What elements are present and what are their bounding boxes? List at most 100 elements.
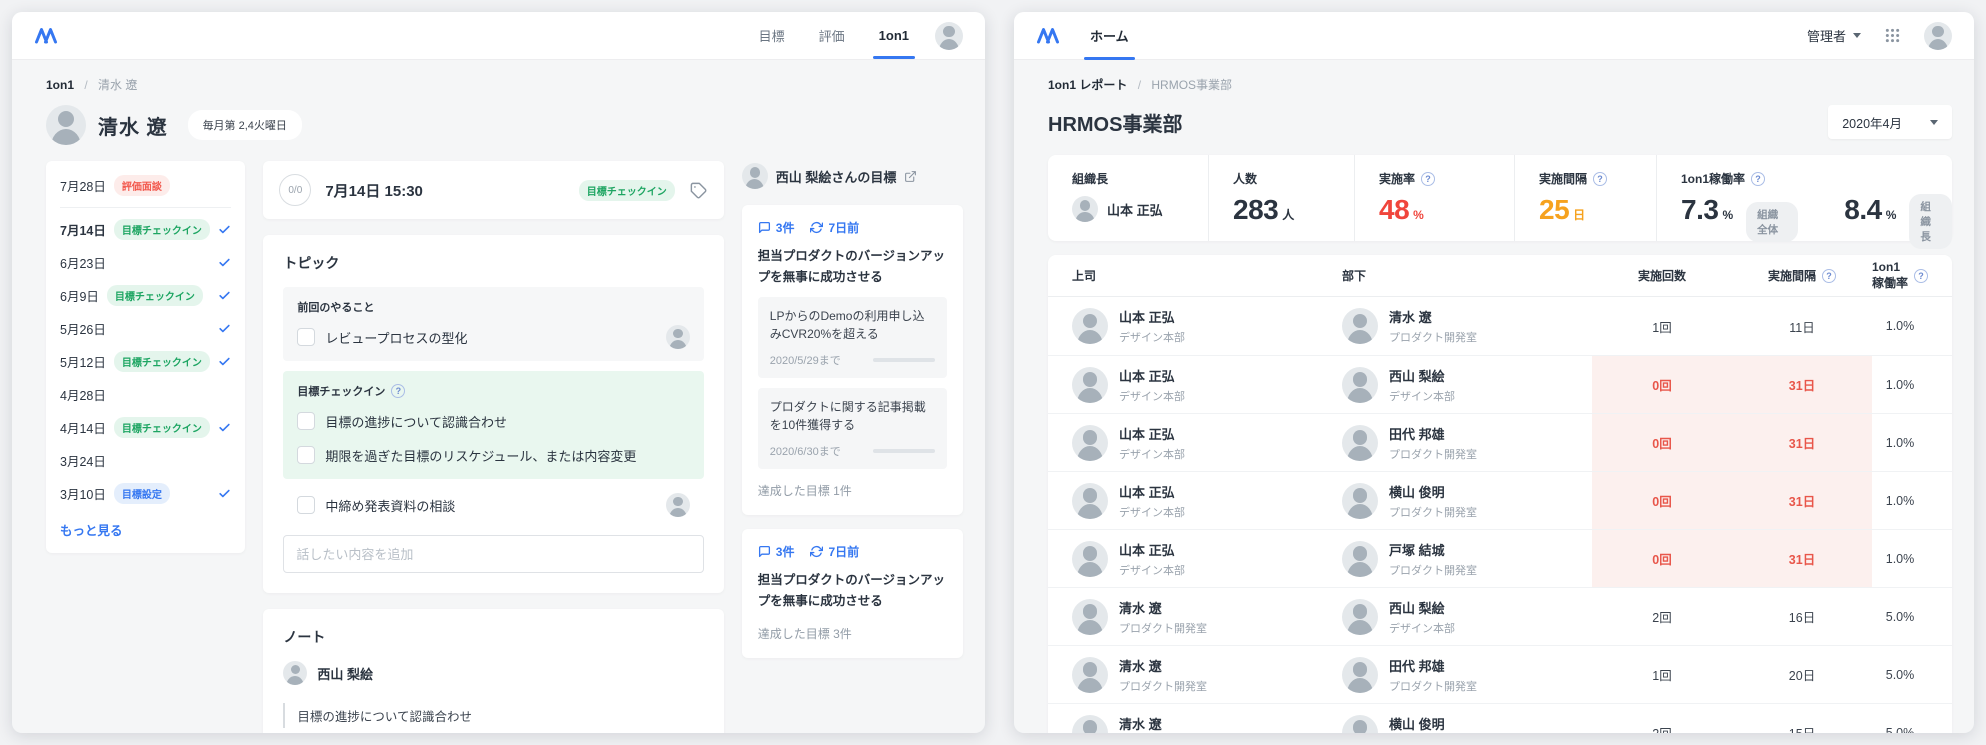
session-detail-column: 0/0 7月14日 15:30 目標チェックイン トピック [263, 161, 723, 733]
table-row[interactable]: 清水 遼プロダクト開発室 横山 俊明プロダクト開発室 2回 15日 5.0% [1048, 703, 1952, 733]
tab-1on1[interactable]: 1on1 [879, 12, 909, 59]
tag-icon[interactable] [689, 181, 708, 200]
interval-cell: 31日 [1732, 414, 1872, 471]
session-list-item[interactable]: 4月14日 目標チェックイン [46, 411, 245, 444]
tab-goals[interactable]: 目標 [759, 12, 785, 59]
table-row[interactable]: 山本 正弘デザイン本部 清水 遼プロダクト開発室 1回 11日 1.0% [1048, 297, 1952, 355]
achieved-goals-link[interactable]: 達成した目標 1件 [758, 482, 947, 499]
period-selector[interactable]: 2020年4月 [1828, 105, 1952, 139]
session-date: 5月26日 [60, 319, 106, 338]
topics-card: トピック 前回のやること レビュープロセスの型化 目標チェックイン [263, 235, 723, 593]
help-icon[interactable]: ? [1822, 269, 1836, 283]
goal-checkin-label: 目標チェックイン [297, 383, 385, 399]
right-app-window: ホーム 管理者 1on1 レポート / HRMOS事業部 [1014, 12, 1974, 733]
checkbox[interactable] [297, 446, 315, 464]
avatar [666, 493, 690, 517]
checkbox[interactable] [297, 412, 315, 430]
session-list-item[interactable]: 5月26日 [46, 312, 245, 345]
hrmos-logo-icon[interactable] [1036, 27, 1060, 44]
rate-cell: 5.0% [1872, 704, 1928, 733]
session-list-item[interactable]: 7月14日 目標チェックイン [46, 213, 245, 246]
table-row[interactable]: 清水 遼プロダクト開発室 田代 邦雄プロダクト開発室 1回 20日 5.0% [1048, 645, 1952, 703]
help-icon[interactable]: ? [1421, 172, 1435, 186]
todo-label: 期限を過ぎた目標のリスケジュール、または内容変更 [325, 446, 636, 465]
hrmos-logo-icon[interactable] [34, 27, 58, 44]
count-cell: 2回 [1592, 588, 1732, 645]
subgoal-card[interactable]: LPからのDemoの利用申し込みCVR20%を超える 2020/5/29まで [758, 297, 947, 378]
avatar [1342, 715, 1378, 734]
show-more-link[interactable]: もっと見る [46, 510, 245, 541]
interval-cell: 11日 [1732, 297, 1872, 355]
table-row[interactable]: 山本 正弘デザイン本部 横山 俊明プロダクト開発室 0回 31日 1.0% [1048, 471, 1952, 529]
col-subordinate: 部下 [1342, 267, 1592, 284]
account-avatar[interactable] [935, 22, 963, 50]
session-date: 6月9日 [60, 286, 99, 305]
table-row[interactable]: 山本 正弘デザイン本部 戸塚 結城プロダクト開発室 0回 31日 1.0% [1048, 529, 1952, 587]
interval-cell: 15日 [1732, 704, 1872, 733]
app-grid-icon[interactable] [1885, 28, 1900, 43]
chevron-down-icon [1930, 120, 1938, 125]
note-entry: 目標の進捗について認識合わせ [283, 703, 703, 728]
interval-cell: 20日 [1732, 646, 1872, 703]
stat-utilization-overall-value: 7.3 [1681, 194, 1718, 226]
checkbox[interactable] [297, 496, 315, 514]
avatar [1072, 657, 1108, 693]
session-list-item[interactable]: 4月28日 [46, 378, 245, 411]
tab-home[interactable]: ホーム [1090, 12, 1129, 60]
chevron-down-icon [1853, 33, 1861, 38]
session-list-item[interactable]: 3月10日 目標設定 [46, 477, 245, 510]
avatar [1342, 425, 1378, 461]
count-cell: 0回 [1592, 472, 1732, 529]
add-topic-input[interactable] [283, 535, 703, 573]
help-icon[interactable]: ? [391, 384, 405, 398]
session-type-badge: 目標チェックイン [107, 285, 203, 306]
avatar [1342, 308, 1378, 344]
comment-icon [758, 545, 771, 558]
notes-card: ノート 西山 梨絵 目標の進捗について認識合わせ 期限を過ぎた目標のリスケジュー… [263, 609, 723, 733]
interval-cell: 31日 [1732, 356, 1872, 413]
role-menu[interactable]: 管理者 [1807, 26, 1861, 45]
stat-utilization-leader-value: 8.4 [1844, 194, 1881, 226]
breadcrumb-separator: / [1138, 78, 1141, 92]
help-icon[interactable]: ? [1914, 269, 1928, 283]
goals-sidebar: 西山 梨絵さんの目標 3件 [742, 161, 963, 658]
table-row[interactable]: 山本 正弘デザイン本部 田代 邦雄プロダクト開発室 0回 31日 1.0% [1048, 413, 1952, 471]
breadcrumb-current: HRMOS事業部 [1151, 78, 1232, 92]
session-list-item[interactable]: 6月23日 [46, 246, 245, 279]
table-row[interactable]: 清水 遼プロダクト開発室 西山 梨絵デザイン本部 2回 16日 5.0% [1048, 587, 1952, 645]
table-header-row: 上司 部下 実施回数 実施間隔? 1on1稼働率? [1048, 255, 1952, 297]
account-avatar[interactable] [1924, 22, 1952, 50]
check-icon [218, 256, 231, 269]
tab-evaluation[interactable]: 評価 [819, 12, 845, 59]
rate-cell: 1.0% [1872, 414, 1928, 471]
table-row[interactable]: 山本 正弘デザイン本部 西山 梨絵デザイン本部 0回 31日 1.0% [1048, 355, 1952, 413]
help-icon[interactable]: ? [1593, 172, 1607, 186]
goal-card[interactable]: 3件 7日前 担当プロダクトのバージョンアップを無事に成功させる LPからのDe… [742, 205, 963, 515]
breadcrumb-root[interactable]: 1on1 [46, 78, 74, 92]
left-app-bar: 目標 評価 1on1 [12, 12, 985, 60]
check-icon [218, 289, 231, 302]
session-list-item[interactable]: 5月12日 目標チェックイン [46, 345, 245, 378]
session-date: 4月14日 [60, 418, 106, 437]
session-history-list: 7月28日 評価面談 7月14日 目標チェックイン 6月23日 6月9日 [46, 161, 245, 553]
session-list-item[interactable]: 3月24日 [46, 444, 245, 477]
todo-item: レビュープロセスの型化 [297, 325, 689, 349]
checkbox[interactable] [297, 328, 315, 346]
subgoal-card[interactable]: プロダクトに関する記事掲載を10件獲得する 2020/6/30まで [758, 388, 947, 469]
goal-card[interactable]: 3件 7日前 担当プロダクトのバージョンアップを無事に成功させる 達成した目標 … [742, 529, 963, 657]
avatar [1072, 541, 1108, 577]
session-list-item[interactable]: 6月9日 目標チェックイン [46, 279, 245, 312]
subgoal-title: LPからのDemoの利用申し込みCVR20%を超える [770, 307, 935, 343]
count-cell: 0回 [1592, 356, 1732, 413]
breadcrumb-root[interactable]: 1on1 レポート [1048, 78, 1127, 92]
divider [60, 207, 231, 208]
todo-label: 中締め発表資料の相談 [325, 496, 455, 515]
goal-checkin-section: 目標チェックイン ? 目標の進捗について認識合わせ 期限を過ぎた目標のリスケジュ… [283, 371, 703, 479]
stat-utilization-label: 1on1稼働率 [1681, 170, 1745, 187]
session-list-item[interactable]: 7月28日 評価面談 [46, 169, 245, 202]
breadcrumb: 1on1 レポート / HRMOS事業部 [1036, 68, 1952, 103]
external-link-icon[interactable] [904, 170, 917, 183]
help-icon[interactable]: ? [1751, 172, 1765, 186]
avatar [1342, 541, 1378, 577]
achieved-goals-link[interactable]: 達成した目標 3件 [758, 625, 947, 642]
